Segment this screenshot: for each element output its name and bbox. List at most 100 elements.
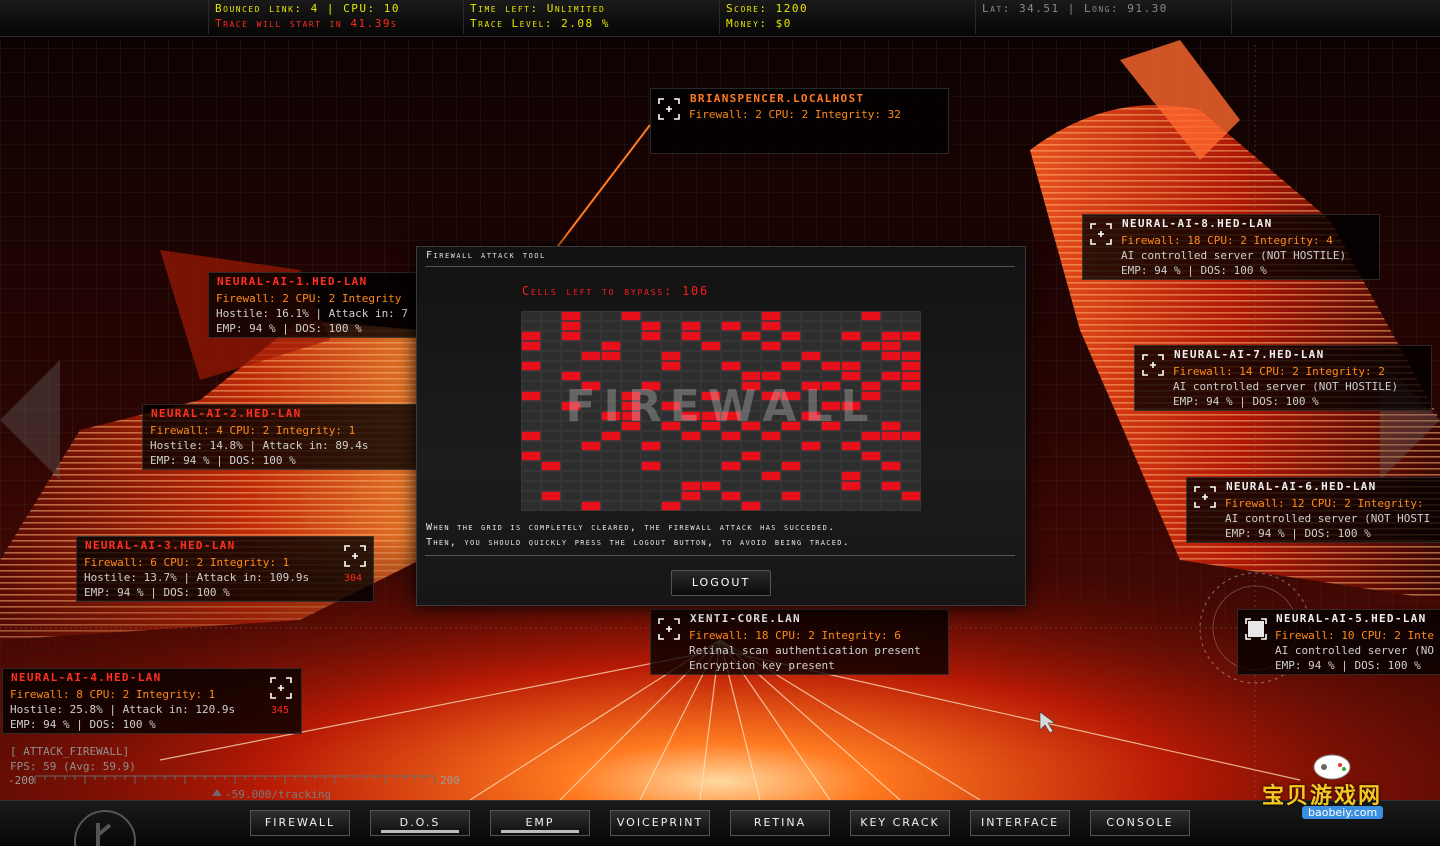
firewall-cell-cleared[interactable]: [881, 491, 901, 501]
firewall-cell-cleared[interactable]: [661, 431, 681, 441]
firewall-cell-cleared[interactable]: [781, 381, 801, 391]
firewall-cell-active[interactable]: [661, 361, 681, 371]
firewall-cell-cleared[interactable]: [521, 421, 541, 431]
firewall-cell-cleared[interactable]: [901, 481, 921, 491]
firewall-cell-cleared[interactable]: [621, 471, 641, 481]
firewall-cell-active[interactable]: [681, 331, 701, 341]
firewall-cell-active[interactable]: [661, 351, 681, 361]
firewall-cell-cleared[interactable]: [701, 381, 721, 391]
firewall-cell-cleared[interactable]: [561, 501, 581, 511]
retina-tool-button[interactable]: RETINA: [730, 810, 830, 836]
firewall-cell-cleared[interactable]: [901, 411, 921, 421]
firewall-cell-cleared[interactable]: [601, 421, 621, 431]
firewall-cell-cleared[interactable]: [861, 471, 881, 481]
firewall-cell-active[interactable]: [781, 331, 801, 341]
firewall-cell-cleared[interactable]: [601, 451, 621, 461]
firewall-cell-cleared[interactable]: [841, 351, 861, 361]
firewall-cell-cleared[interactable]: [581, 331, 601, 341]
firewall-cell-cleared[interactable]: [641, 451, 661, 461]
firewall-cell-cleared[interactable]: [561, 411, 581, 421]
firewall-cell-cleared[interactable]: [841, 381, 861, 391]
firewall-cell-cleared[interactable]: [641, 501, 661, 511]
firewall-cell-cleared[interactable]: [641, 431, 661, 441]
firewall-cell-cleared[interactable]: [581, 431, 601, 441]
emp-tool-button[interactable]: EMP: [490, 810, 590, 836]
firewall-cell-cleared[interactable]: [701, 311, 721, 321]
firewall-cell-cleared[interactable]: [521, 471, 541, 481]
firewall-cell-cleared[interactable]: [521, 401, 541, 411]
firewall-cell-cleared[interactable]: [601, 391, 621, 401]
firewall-cell-active[interactable]: [681, 481, 701, 491]
firewall-cell-cleared[interactable]: [861, 361, 881, 371]
firewall-cell-cleared[interactable]: [741, 361, 761, 371]
firewall-cell-cleared[interactable]: [541, 391, 561, 401]
firewall-cell-active[interactable]: [761, 321, 781, 331]
firewall-cell-cleared[interactable]: [641, 351, 661, 361]
firewall-cell-cleared[interactable]: [761, 411, 781, 421]
firewall-cell-cleared[interactable]: [761, 461, 781, 471]
firewall-cell-cleared[interactable]: [821, 341, 841, 351]
firewall-cell-active[interactable]: [801, 411, 821, 421]
firewall-cell-cleared[interactable]: [821, 471, 841, 481]
firewall-cell-cleared[interactable]: [901, 501, 921, 511]
firewall-cell-active[interactable]: [601, 341, 621, 351]
firewall-cell-cleared[interactable]: [821, 431, 841, 441]
firewall-cell-cleared[interactable]: [601, 381, 621, 391]
firewall-cell-active[interactable]: [561, 371, 581, 381]
firewall-cell-active[interactable]: [801, 381, 821, 391]
firewall-cell-cleared[interactable]: [641, 391, 661, 401]
firewall-cell-cleared[interactable]: [841, 421, 861, 431]
firewall-cell-cleared[interactable]: [581, 401, 601, 411]
firewall-cell-cleared[interactable]: [821, 321, 841, 331]
firewall-cell-active[interactable]: [841, 471, 861, 481]
firewall-cell-cleared[interactable]: [841, 461, 861, 471]
firewall-cell-active[interactable]: [721, 461, 741, 471]
firewall-cell-active[interactable]: [821, 381, 841, 391]
firewall-cell-active[interactable]: [521, 361, 541, 371]
firewall-cell-cleared[interactable]: [661, 441, 681, 451]
firewall-cell-active[interactable]: [541, 491, 561, 501]
firewall-cell-cleared[interactable]: [661, 411, 681, 421]
firewall-cell-cleared[interactable]: [881, 401, 901, 411]
firewall-cell-active[interactable]: [741, 331, 761, 341]
firewall-cell-cleared[interactable]: [661, 331, 681, 341]
firewall-cell-cleared[interactable]: [681, 461, 701, 471]
firewall-cell-cleared[interactable]: [541, 401, 561, 411]
firewall-cell-cleared[interactable]: [841, 311, 861, 321]
firewall-cell-cleared[interactable]: [561, 421, 581, 431]
firewall-cell-cleared[interactable]: [621, 331, 641, 341]
firewall-cell-cleared[interactable]: [781, 371, 801, 381]
firewall-cell-cleared[interactable]: [601, 441, 621, 451]
firewall-cell-cleared[interactable]: [621, 441, 641, 451]
firewall-cell-active[interactable]: [841, 481, 861, 491]
firewall-cell-active[interactable]: [681, 321, 701, 331]
firewall-cell-cleared[interactable]: [681, 311, 701, 321]
firewall-cell-active[interactable]: [641, 461, 661, 471]
firewall-cell-cleared[interactable]: [661, 491, 681, 501]
firewall-cell-cleared[interactable]: [761, 491, 781, 501]
firewall-cell-active[interactable]: [861, 341, 881, 351]
voiceprint-tool-button[interactable]: VOICEPRINT: [610, 810, 710, 836]
firewall-cell-cleared[interactable]: [861, 441, 881, 451]
firewall-cell-cleared[interactable]: [621, 481, 641, 491]
firewall-cell-cleared[interactable]: [801, 481, 821, 491]
firewall-cell-cleared[interactable]: [761, 451, 781, 461]
firewall-cell-active[interactable]: [741, 421, 761, 431]
firewall-cell-cleared[interactable]: [621, 431, 641, 441]
firewall-cell-active[interactable]: [781, 461, 801, 471]
firewall-cell-cleared[interactable]: [601, 401, 621, 411]
firewall-cell-cleared[interactable]: [541, 371, 561, 381]
node-neural-ai-5[interactable]: NEURAL-AI-5.HED-LAN Firewall: 10 CPU: 2 …: [1237, 609, 1440, 675]
firewall-cell-active[interactable]: [841, 331, 861, 341]
firewall-cell-active[interactable]: [721, 361, 741, 371]
firewall-cell-cleared[interactable]: [761, 381, 781, 391]
firewall-grid[interactable]: FIREWALL: [521, 311, 921, 511]
firewall-cell-cleared[interactable]: [901, 441, 921, 451]
firewall-cell-cleared[interactable]: [881, 411, 901, 421]
firewall-cell-cleared[interactable]: [541, 331, 561, 341]
firewall-cell-cleared[interactable]: [781, 441, 801, 451]
firewall-cell-active[interactable]: [581, 351, 601, 361]
firewall-cell-active[interactable]: [881, 351, 901, 361]
firewall-cell-active[interactable]: [641, 331, 661, 341]
firewall-cell-cleared[interactable]: [861, 401, 881, 411]
